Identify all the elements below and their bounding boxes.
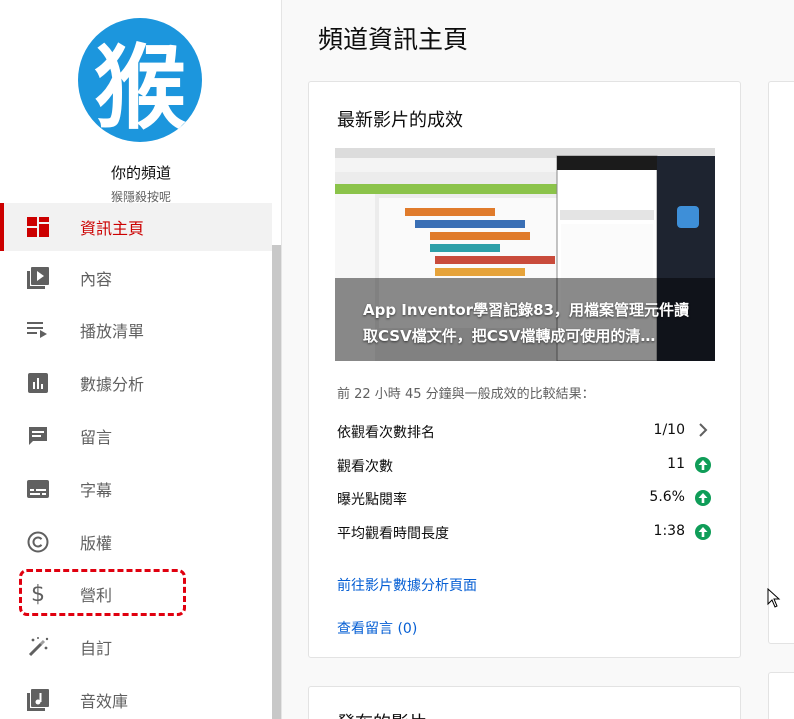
stat-row-avg-duration: 平均觀看時間長度 1:38: [337, 521, 717, 543]
audio-library-icon: [26, 688, 50, 712]
mouse-cursor-icon: [767, 587, 781, 608]
channel-avatar[interactable]: 猴: [78, 18, 202, 142]
chevron-right-icon: [695, 420, 711, 440]
video-thumbnail[interactable]: App Inventor學習記錄83，用檔案管理元件讀取CSV檔文件，把CSV檔…: [335, 148, 715, 361]
analytics-icon: [26, 371, 50, 395]
sidebar-item-dashboard[interactable]: 資訊主頁: [0, 203, 272, 251]
highlight-annotation: [19, 569, 186, 616]
sidebar-item-label: 音效庫: [80, 692, 129, 711]
sidebar-item-comments[interactable]: 留言: [0, 412, 272, 460]
sidebar-item-content[interactable]: 內容: [0, 254, 272, 302]
sidebar-item-label: 播放清單: [80, 322, 145, 341]
card-title: 發布的影片: [337, 709, 427, 719]
avatar-text: 猴: [93, 33, 186, 142]
video-analytics-link[interactable]: 前往影片數據分析頁面: [337, 575, 477, 595]
channel-name[interactable]: 你的頻道: [0, 162, 281, 183]
arrow-up-icon: [695, 490, 711, 506]
dashboard-icon: [26, 215, 50, 239]
sidebar-item-label: 版權: [80, 534, 113, 553]
stat-value: 1:38: [653, 523, 685, 539]
latest-video-card: 最新影片的成效 App Inventor學習記錄83，用檔案管理元件讀取CSV檔…: [308, 81, 741, 658]
stat-row-views: 觀看次數 11: [337, 454, 717, 476]
arrow-up-icon: [695, 524, 711, 540]
sidebar-item-label: 內容: [80, 270, 113, 289]
card-title: 最新影片的成效: [337, 110, 463, 131]
sidebar-scrollbar[interactable]: [272, 245, 281, 719]
sidebar-item-label: 資訊主頁: [80, 219, 145, 238]
stat-value: 11: [667, 456, 685, 472]
sidebar-item-label: 自訂: [80, 639, 113, 658]
sidebar-item-subtitles[interactable]: 字幕: [0, 465, 272, 513]
view-comments-link[interactable]: 查看留言 (0): [337, 618, 417, 638]
stat-value: 5.6%: [649, 489, 685, 505]
stat-value: 1/10: [653, 422, 685, 438]
published-videos-card: 發布的影片: [308, 686, 741, 719]
stat-label: 依觀看次數排名: [337, 425, 435, 441]
sidebar-item-audio-library[interactable]: 音效庫: [0, 676, 272, 719]
playlist-icon: [26, 318, 50, 342]
sidebar-item-label: 字幕: [80, 481, 113, 500]
comparison-caption: 前 22 小時 45 分鐘與一般成效的比較結果：: [337, 387, 595, 402]
sidebar-item-playlists[interactable]: 播放清單: [0, 306, 272, 354]
side-card-right: [768, 81, 794, 644]
sidebar-item-analytics[interactable]: 數據分析: [0, 359, 272, 407]
video-title[interactable]: App Inventor學習記錄83，用檔案管理元件讀取CSV檔文件，把CSV檔…: [363, 297, 695, 349]
copyright-icon: [26, 530, 50, 554]
stat-row-ctr: 曝光點閱率 5.6%: [337, 487, 717, 509]
arrow-up-icon: [695, 457, 711, 473]
magic-wand-icon: [26, 635, 50, 659]
sidebar-item-customization[interactable]: 自訂: [0, 623, 272, 671]
sidebar: 猴 你的頻道 猴隱殺按呢 資訊主頁 內容 播放清單 數據分析 留言 字幕 版權 …: [0, 0, 282, 719]
page-title: 頻道資訊主頁: [318, 25, 469, 54]
sidebar-item-label: 數據分析: [80, 375, 145, 394]
stat-label: 曝光點閱率: [337, 492, 407, 508]
stat-label: 觀看次數: [337, 459, 393, 475]
subtitles-icon: [26, 477, 50, 501]
side-card-right-lower: [768, 672, 794, 719]
video-library-icon: [26, 266, 50, 290]
stat-label: 平均觀看時間長度: [337, 526, 449, 542]
sidebar-item-label: 留言: [80, 428, 113, 447]
sidebar-item-copyright[interactable]: 版權: [0, 518, 272, 566]
comment-icon: [26, 424, 50, 448]
stat-row-rank[interactable]: 依觀看次數排名 1/10: [337, 420, 717, 442]
